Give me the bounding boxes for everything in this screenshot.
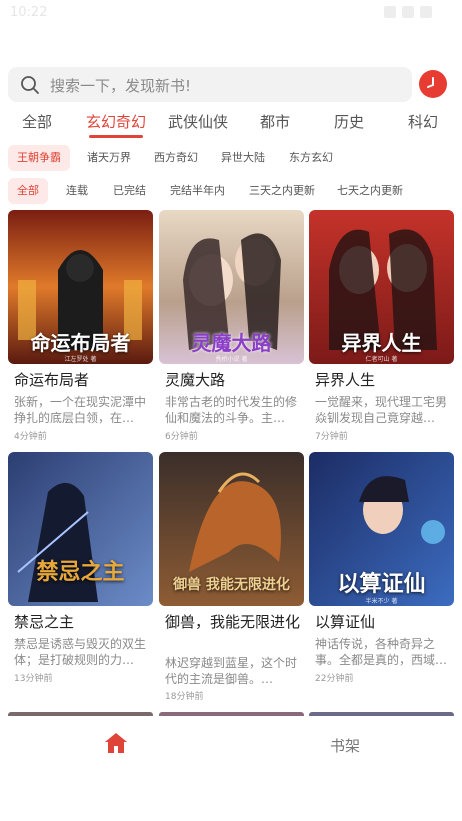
cover-title: 异界人生 [341,331,422,355]
filter-chip-updated-3-days[interactable]: 三天之内更新 [249,178,315,204]
book-update-time: 7分钟前 [315,432,348,442]
book-cover: 命运布局者 江左罗处 著 [8,210,153,364]
book-description: 张新，一个在现实泥潭中挣扎的底层白领，在… [14,395,147,425]
book-cover: 御兽 我能无限进化 [159,452,304,606]
cover-title: 灵魔大路 [191,331,272,355]
signal-icon [402,6,414,18]
search-icon [21,76,39,94]
filter-chip-ongoing[interactable]: 连载 [66,178,88,204]
book-title: 御兽，我能无限进化 [165,613,301,631]
book-description: 禁忌是诱惑与毁灭的双生体；是打破规则的力… [14,637,147,667]
book-cover: 异界人生 仁者可山 著 [309,210,454,364]
tab-history[interactable]: 历史 [334,111,364,132]
nav-bookshelf[interactable]: 书架 [330,735,360,756]
tab-urban[interactable]: 都市 [260,111,290,132]
status-bar: 10:22 [0,0,462,26]
cover-title: 命运布局者 [30,331,131,355]
cover-author: 江左罗处 著 [64,356,97,363]
cover-title: 以算证仙 [337,572,426,597]
tab-scifi[interactable]: 科幻 [408,111,438,132]
filter-chip-all[interactable]: 全部 [8,178,48,204]
book-update-time: 6分钟前 [165,432,198,442]
book-title: 禁忌之主 [14,613,75,631]
book-title: 以算证仙 [315,613,376,631]
subgenre-chip-otherworld[interactable]: 异世大陆 [221,145,265,171]
wifi-icon [384,6,396,18]
filter-chip-completed[interactable]: 已完结 [113,178,146,204]
book-title: 灵魔大路 [165,371,226,389]
book-update-time: 18分钟前 [165,692,204,702]
search-bar[interactable]: 搜索一下，发现新书! [8,67,412,102]
tab-all[interactable]: 全部 [22,111,52,132]
book-description: 非常古老的时代发生的修仙和魔法的斗争。主… [165,395,298,425]
battery-icon [420,6,432,18]
cover-title: 禁忌之主 [36,560,125,585]
book-description: 林迟穿越到蓝星，这个时代的主流是御兽。… [165,656,298,686]
book-update-time: 4分钟前 [14,432,47,442]
subgenre-chip-western[interactable]: 西方奇幻 [154,145,198,171]
book-description: 神话传说，各种奇异之事。全都是真的，西域… [315,637,448,667]
home-icon[interactable] [104,732,128,754]
filter-chip-completed-half-year[interactable]: 完结半年内 [170,178,225,204]
book-description: 一觉醒来，现代理工宅男焱钏发现自己竟穿越… [315,395,448,425]
filter-chip-updated-7-days[interactable]: 七天之内更新 [337,178,403,204]
book-title: 异界人生 [315,371,376,389]
book-cover: 灵魔大路 秀桥小说 著 [159,210,304,364]
book-title: 命运布局者 [14,371,90,389]
status-icons [384,6,432,18]
cover-title: 御兽 我能无限进化 [173,577,290,593]
book-cover: 禁忌之主 [8,452,153,606]
tab-fantasy[interactable]: 玄幻奇幻 [86,111,146,132]
tab-wuxia[interactable]: 武侠仙侠 [168,111,228,132]
active-tab-indicator [89,135,143,138]
book-update-time: 22分钟前 [315,674,354,684]
clock-icon [427,77,434,88]
history-button[interactable] [419,70,447,98]
book-cover: 以算证仙 半米不少 著 [309,452,454,606]
book-update-time: 13分钟前 [14,674,53,684]
cover-author: 秀桥小说 著 [215,356,248,363]
subgenre-chip-multiverse[interactable]: 诸天万界 [87,145,131,171]
subgenre-chip-eastern[interactable]: 东方玄幻 [289,145,333,171]
search-placeholder: 搜索一下，发现新书! [50,77,192,95]
status-time: 10:22 [10,5,48,20]
bottom-nav: 书架 [0,716,462,776]
cover-author: 半米不少 著 [365,598,398,605]
subgenre-chip-dynasty[interactable]: 王朝争霸 [8,145,70,171]
category-tabs: 全部 玄幻奇幻 武侠仙侠 都市 历史 科幻 [0,111,462,137]
cover-author: 仁者可山 著 [365,356,398,363]
